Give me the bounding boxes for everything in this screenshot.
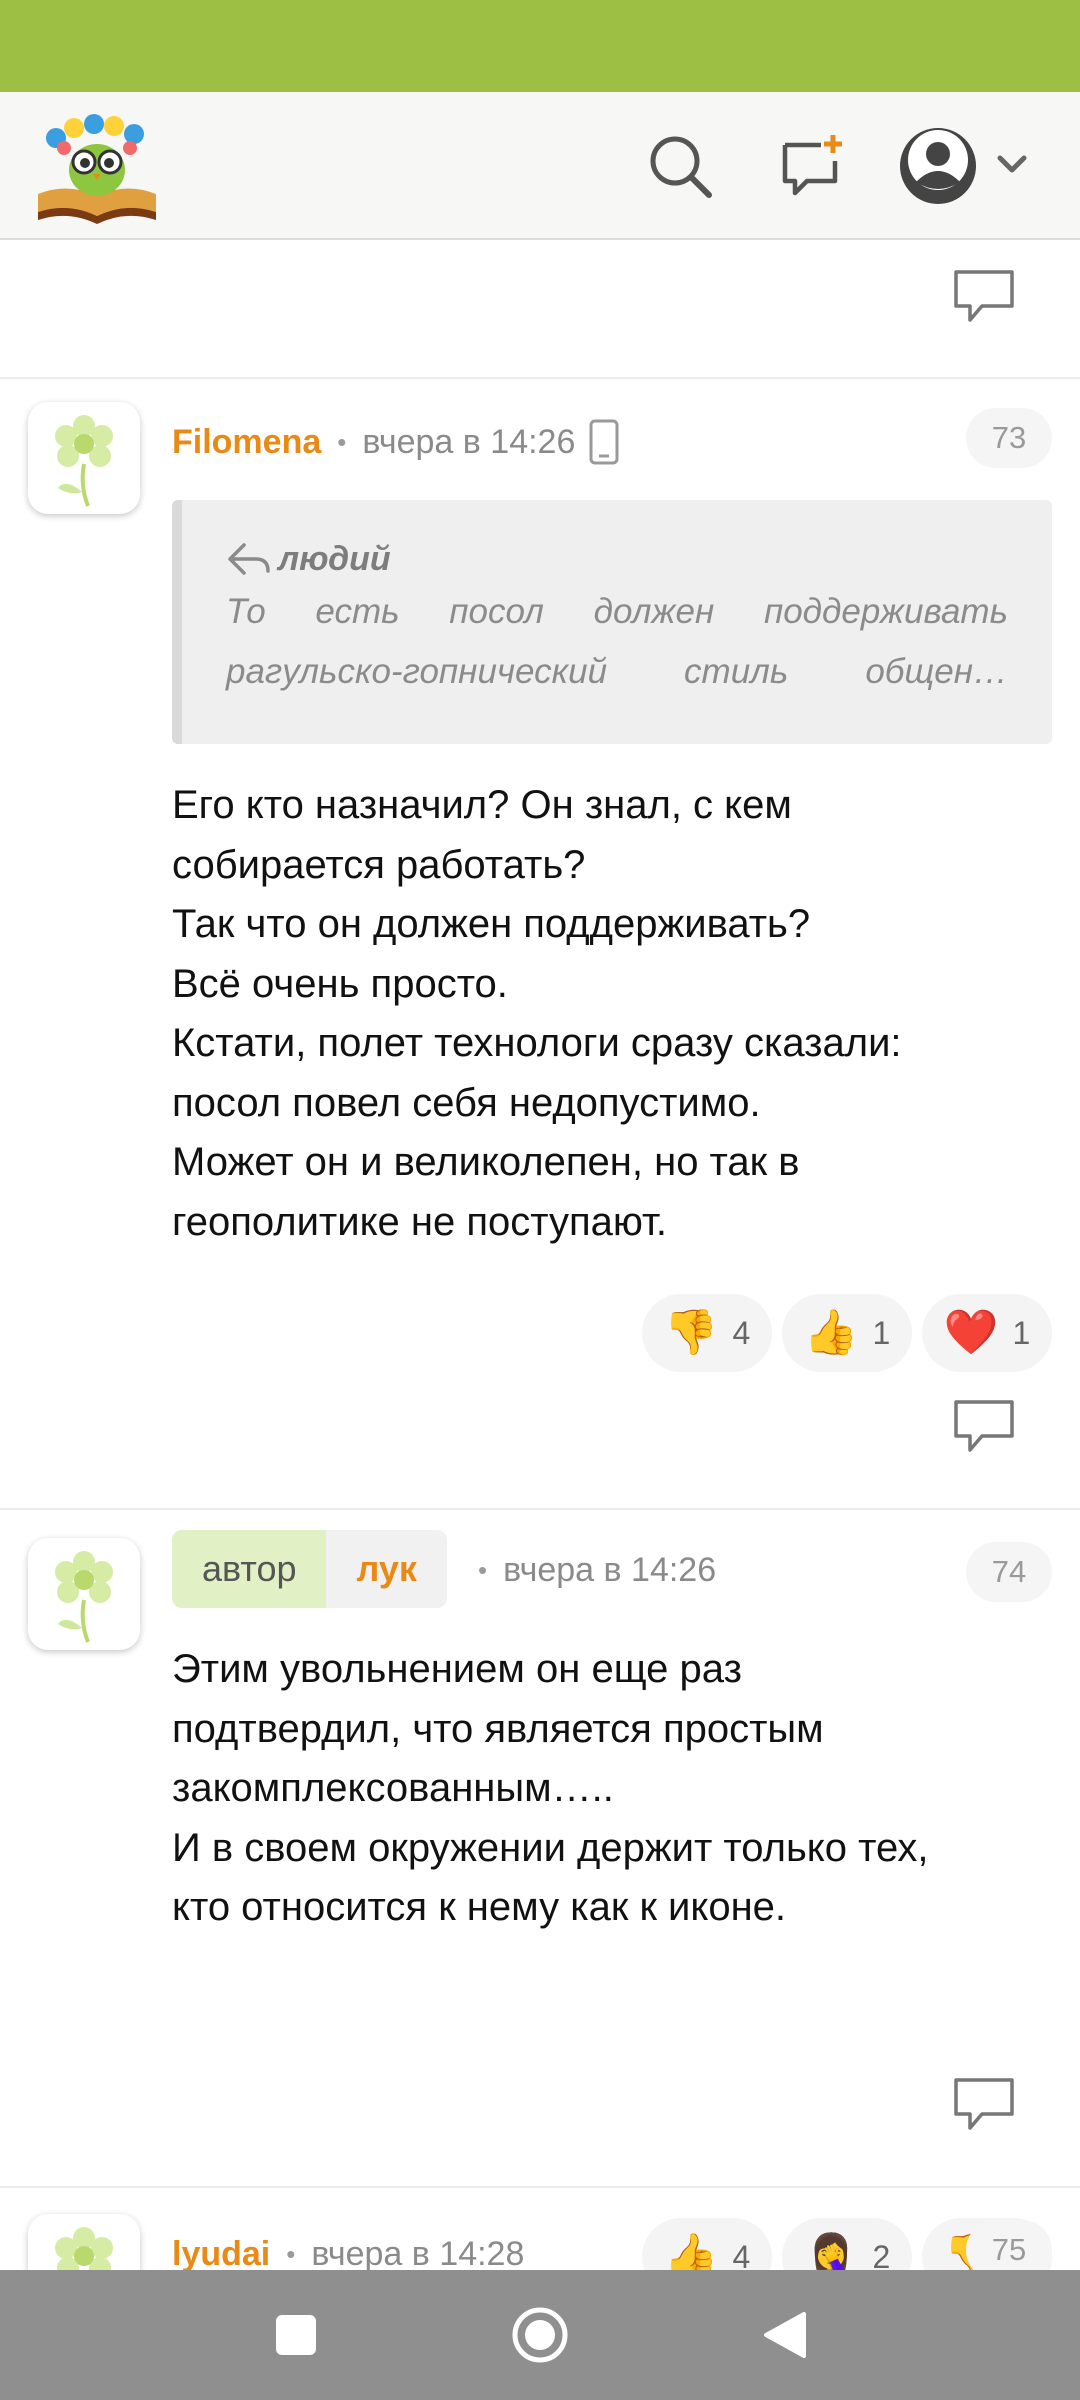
reaction-heart[interactable]: ❤️ 1 [922, 1294, 1052, 1372]
reaction-count: 4 [732, 2238, 751, 2271]
profile-menu-button[interactable] [896, 124, 1046, 208]
comment-line: Так что он должен поддерживать? [172, 902, 811, 946]
comment-line: собирается работать? [172, 842, 586, 887]
reaction-thumbs-up[interactable]: 👍 4 [642, 2218, 772, 2270]
comment-meta: Filomena • вчера в 14:26 [172, 412, 619, 472]
speech-bubble-icon [954, 2078, 1014, 2130]
quote-author: людий [278, 539, 391, 578]
thumbs-up-icon: 👍 [663, 2232, 719, 2271]
avatar[interactable] [28, 2214, 140, 2270]
comment-line: Его кто назначил? Он знал, с кем [172, 783, 792, 827]
system-nav-bar [0, 2270, 1080, 2400]
reaction-count: 1 [872, 1314, 891, 1351]
comments-feed: Filomena • вчера в 14:26 73 людий То ест… [0, 242, 1080, 2270]
comment-text: Этим увольнением он еще раз подтвердил, … [172, 1640, 1052, 1938]
comment-text: Его кто назначил? Он знал, с кем собирае… [172, 776, 1052, 1252]
comment-line: геополитике не поступают. [172, 1199, 668, 1244]
reaction-facepalm[interactable]: 🤦‍♀️ 2 [782, 2218, 912, 2270]
author-badge-label: автор [172, 1530, 327, 1608]
reply-arrow-icon [228, 543, 270, 575]
comment-line: И в своем окружении держит только тех, [172, 1825, 929, 1870]
reaction-count: 4 [732, 1314, 751, 1351]
comment-line: закомплексованным….. [172, 1766, 614, 1810]
comment-line: Всё очень просто. [172, 961, 508, 1006]
reaction-thumbs-down[interactable]: 👎 4 [642, 1294, 772, 1372]
comment-line: Кстати, полет технологи сразу сказали: [172, 1021, 902, 1065]
comment-time: вчера в 14:28 [311, 2234, 525, 2271]
comment-number[interactable]: 75 [966, 2220, 1052, 2270]
author-name[interactable]: lyudai [172, 2235, 270, 2271]
recents-button[interactable] [256, 2300, 336, 2370]
status-bar [0, 0, 1080, 92]
comment-line: Этим увольнением он еще раз [172, 1647, 742, 1691]
reaction-count: 2 [872, 2238, 891, 2271]
square-icon [276, 2315, 316, 2355]
comment-time: вчера в 14:26 [503, 1550, 717, 1589]
facepalm-icon: 🤦‍♀️ [803, 2232, 859, 2271]
new-message-button[interactable] [770, 124, 854, 208]
app-header [0, 92, 1080, 240]
divider [0, 1508, 1080, 1510]
author-name[interactable]: Filomena [172, 423, 321, 462]
reaction-count: 1 [1012, 1314, 1031, 1351]
separator-dot: • [337, 426, 347, 457]
circle-icon [512, 2307, 568, 2363]
owl-book-logo[interactable] [34, 108, 160, 224]
quote-header: людий [226, 536, 1008, 582]
divider [0, 377, 1080, 379]
user-avatar-icon [900, 128, 1027, 204]
avatar[interactable] [28, 1538, 140, 1650]
author-name: лук [326, 1530, 447, 1608]
flower-avatar-icon [55, 1551, 113, 1643]
comment-line: подтвердил, что является простым [172, 1706, 824, 1751]
speech-bubble-icon [954, 270, 1014, 322]
reply-button[interactable] [952, 268, 1016, 324]
separator-dot: • [478, 1554, 488, 1585]
search-icon [650, 136, 712, 198]
comment-time: вчера в 14:26 [362, 422, 576, 461]
author-badge[interactable]: автор лук [172, 1530, 447, 1608]
triangle-back-icon [764, 2312, 806, 2358]
reactions-bar: 👎 4 👍 1 ❤️ 1 [642, 1294, 1052, 1372]
new-message-icon [782, 135, 842, 196]
mobile-phone-icon [589, 419, 619, 465]
comment-meta: lyudai • вчера в 14:28 [172, 2224, 525, 2271]
back-button[interactable] [744, 2300, 824, 2370]
comment-number[interactable]: 74 [966, 1542, 1052, 1602]
avatar[interactable] [28, 402, 140, 514]
thumbs-up-icon: 👍 [803, 1308, 859, 1357]
heart-icon: ❤️ [943, 1308, 999, 1357]
flower-avatar-icon [55, 2227, 113, 2270]
reply-button[interactable] [952, 1398, 1016, 1454]
search-button[interactable] [638, 124, 722, 208]
comment-meta: • вчера в 14:26 [462, 1540, 716, 1600]
quote-text-line: рагульско-гопнический стиль общен… [226, 652, 1008, 691]
divider [0, 2186, 1080, 2188]
comment-number[interactable]: 73 [966, 408, 1052, 468]
quote-block[interactable]: людий То есть посол должен поддерживать … [172, 500, 1052, 744]
flower-avatar-icon [55, 415, 113, 507]
thumbs-down-icon: 👎 [663, 1308, 719, 1357]
quote-text-line: То есть посол должен поддерживать [226, 592, 1008, 631]
speech-bubble-icon [954, 1400, 1014, 1452]
reply-button[interactable] [952, 2076, 1016, 2132]
separator-dot: • [286, 2238, 296, 2269]
comment-line: кто относится к нему как к иконе. [172, 1885, 787, 1929]
reaction-thumbs-up[interactable]: 👍 1 [782, 1294, 912, 1372]
comment-line: посол повел себя недопустимо. [172, 1080, 761, 1125]
comment-line: Может он и великолепен, но так в [172, 1140, 800, 1184]
home-button[interactable] [500, 2300, 580, 2370]
